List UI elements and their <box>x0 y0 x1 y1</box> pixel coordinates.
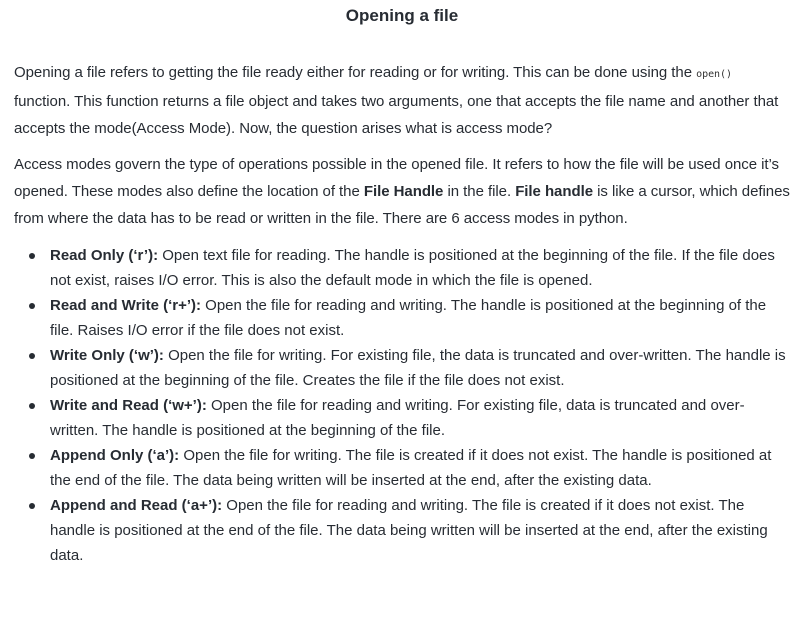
mode-name: Read and Write (‘r+’): <box>50 297 201 314</box>
inline-code-open: open() <box>696 69 732 80</box>
list-item: Append Only (‘a’): Open the file for wri… <box>29 443 790 493</box>
mode-name: Append Only (‘a’): <box>50 447 180 464</box>
bullet-icon <box>29 403 35 409</box>
access-modes-list: Read Only (‘r’): Open text file for read… <box>14 243 790 568</box>
mode-name: Write and Read (‘w+’): <box>50 397 207 414</box>
bullet-icon <box>29 503 35 509</box>
article: Opening a file Opening a file refers to … <box>0 0 804 626</box>
mode-name: Append and Read (‘a+’): <box>50 497 223 514</box>
list-item: Write Only (‘w’): Open the file for writ… <box>29 343 790 393</box>
bullet-icon <box>29 253 35 259</box>
access-text-2: in the file. <box>443 183 516 200</box>
file-handle-term-2: File handle <box>515 183 593 200</box>
bullet-icon <box>29 453 35 459</box>
intro-text-before: Opening a file refers to getting the fil… <box>14 64 697 81</box>
list-item: Write and Read (‘w+’): Open the file for… <box>29 393 790 443</box>
section-title: Opening a file <box>345 6 459 25</box>
bullet-icon <box>29 303 35 309</box>
bullet-icon <box>29 353 35 359</box>
intro-text-after: function. This function returns a file o… <box>14 93 779 137</box>
list-item: Read and Write (‘r+’): Open the file for… <box>29 293 790 343</box>
access-modes-paragraph: Access modes govern the type of operatio… <box>14 151 790 232</box>
mode-name: Read Only (‘r’): <box>50 247 159 264</box>
list-item: Append and Read (‘a+’): Open the file fo… <box>29 493 790 568</box>
list-item: Read Only (‘r’): Open text file for read… <box>29 243 790 293</box>
mode-name: Write Only (‘w’): <box>50 347 164 364</box>
file-handle-term: File Handle <box>363 183 444 200</box>
mode-desc: Open text file for reading. The handle i… <box>50 247 775 289</box>
intro-paragraph: Opening a file refers to getting the fil… <box>14 59 790 142</box>
